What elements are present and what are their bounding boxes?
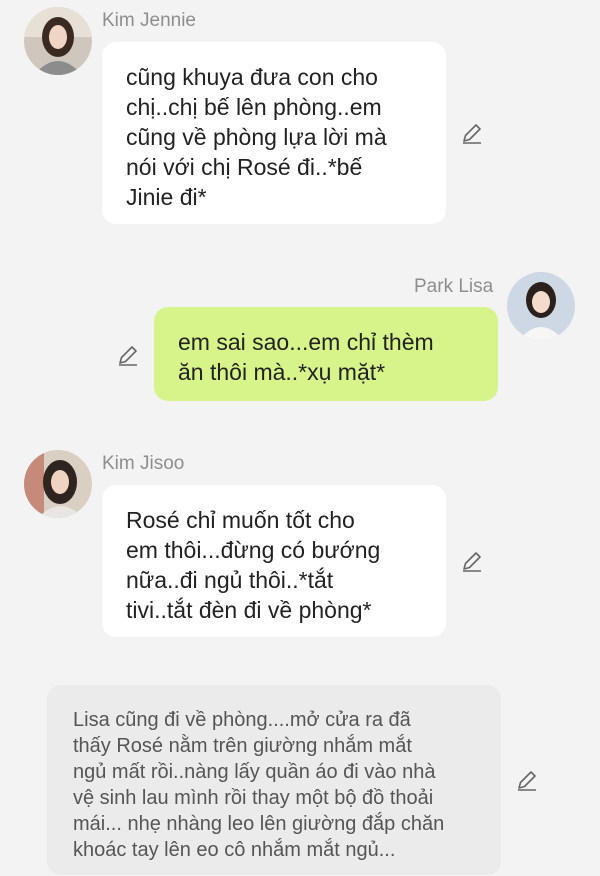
pencil-edit-icon[interactable] [514,767,540,793]
message-line: ăn thôi mà..*xụ mặt* [178,359,386,385]
narration-line: thấy Rosé nằm trên giường nhắm mắt [73,735,412,757]
message-bubble: Rosé chỉ muốn tốt cho em thôi...đừng có … [102,485,446,637]
message-line: tivi..tắt đèn đi về phòng* [126,597,372,623]
sender-name: Park Lisa [414,276,494,297]
pencil-edit-icon[interactable] [459,120,485,146]
sender-name: Kim Jennie [102,10,196,31]
message-line: Rosé chỉ muốn tốt cho [126,507,355,533]
message-line: em sai sao...em chỉ thèm [178,329,434,355]
avatar-kim-jennie[interactable] [24,7,92,75]
avatar-park-lisa[interactable] [507,272,575,340]
avatar-kim-jisoo[interactable] [24,450,92,518]
message-line: nữa..đi ngủ thôi..*tắt [126,567,334,593]
message-line: cũng khuya đưa con cho [126,64,378,90]
sender-name: Kim Jisoo [102,453,185,474]
message-bubble: cũng khuya đưa con cho chị..chị bế lên p… [102,42,446,224]
pencil-edit-icon[interactable] [459,548,485,574]
narration-line: mái... nhẹ nhàng leo lên giường đắp chăn [73,813,445,835]
narration-bubble: Lisa cũng đi về phòng....mở cửa ra đã th… [47,685,501,875]
message-line: chị..chị bế lên phòng..em [126,94,382,120]
narration-line: vệ sinh lau mình rồi thay một bộ đồ thoả… [73,787,434,809]
pencil-edit-icon[interactable] [115,342,141,368]
message-line: em thôi...đừng có bướng [126,537,381,563]
message-line: cũng về phòng lựa lời mà [126,124,387,150]
message-line: Jinie đi* [126,184,207,210]
narration-line: khoác tay lên eo cô nhắm mắt ngủ... [73,839,396,861]
narration-line: Lisa cũng đi về phòng....mở cửa ra đã [73,709,411,731]
message-line: nói với chị Rosé đi..*bế [126,154,363,180]
message-bubble: em sai sao...em chỉ thèm ăn thôi mà..*xụ… [154,307,498,401]
narration-line: ngủ mất rồi..nàng lấy quần áo đi vào nhà [73,761,436,783]
